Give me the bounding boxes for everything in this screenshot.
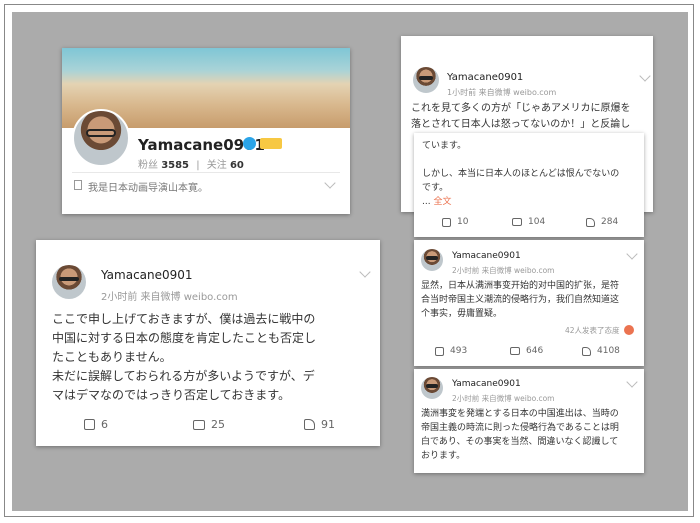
post-line: 中国に対する日本の態度を肯定したことも否定し: [52, 331, 317, 345]
chevron-down-icon[interactable]: [324, 177, 336, 189]
post-line: 白であり、その事実を当然、間違いなく認識して: [421, 437, 619, 447]
comment-count: 646: [526, 346, 544, 356]
post-line: おります。: [421, 451, 466, 461]
post-text: 显然，日本从满洲事变开始的对中国的扩张，是符 合当时帝国主义潮流的侵略行为，我们…: [421, 279, 641, 321]
comment-icon: [193, 419, 205, 430]
like-count: 284: [601, 217, 619, 227]
share-button[interactable]: 6: [84, 418, 108, 431]
avatar[interactable]: [413, 67, 439, 93]
following-label: 关注: [206, 160, 227, 171]
more-prefix: ...: [422, 197, 434, 207]
comment-count: 25: [211, 418, 225, 431]
post-line: 个事实，毋庸置疑。: [421, 309, 503, 319]
post-author[interactable]: Yamacane0901: [452, 379, 521, 389]
post-line: 未だに誤解しておられる方が多いようですが、デ: [52, 369, 315, 383]
like-count: 91: [321, 418, 335, 431]
post-line: です。: [422, 183, 449, 193]
comment-count: 104: [528, 217, 546, 227]
comment-button[interactable]: 25: [193, 418, 225, 431]
like-button[interactable]: 91: [304, 418, 335, 431]
post-line: [422, 153, 640, 167]
share-icon: [84, 419, 95, 430]
like-count: 4108: [597, 346, 620, 356]
avatar[interactable]: [72, 109, 130, 167]
post-card-mid-right: Yamacane0901 2小时前 来自微博 weibo.com 显然，日本从满…: [414, 240, 644, 366]
post-line: 合当时帝国主义潮流的侵略行为，我们自然知道这: [421, 295, 620, 305]
chevron-down-icon[interactable]: [359, 266, 371, 278]
avatar[interactable]: [52, 265, 86, 299]
post-meta: 2小时前 来自微博 weibo.com: [452, 394, 555, 403]
post-line: 显然，日本从满洲事变开始的对中国的扩张，是符: [421, 281, 620, 291]
membership-badge-icon: [260, 138, 282, 149]
comment-button[interactable]: 646: [510, 346, 543, 356]
following-count[interactable]: 60: [230, 160, 244, 171]
profile-bio: 我是日本动画导演山本寛。: [88, 183, 208, 194]
like-icon: [586, 217, 595, 227]
chevron-down-icon[interactable]: [639, 70, 651, 82]
post-line: たこともありません。: [52, 350, 172, 364]
chevron-down-icon[interactable]: [626, 376, 638, 388]
stats-divider: |: [196, 160, 200, 171]
post-card-continued: ています。 しかし、本当に日本人のほとんどは恨んでないの です。 ... 全文 …: [414, 133, 644, 237]
followers-label: 粉丝: [138, 160, 158, 171]
post-meta: 2小时前 来自微博 weibo.com: [101, 292, 238, 303]
profile-stats: 粉丝 3585 | 关注 60: [138, 156, 244, 171]
share-count: 10: [457, 217, 469, 227]
share-icon: [435, 346, 444, 356]
share-icon: [442, 217, 451, 227]
post-line: これを見て多くの方が「じゃあアメリカに原爆を: [411, 103, 631, 114]
reaction-emoji-icon: [624, 325, 634, 335]
profile-card: Yamacane0901 粉丝 3585 | 关注 60 我是日本动画导演山本寛…: [62, 48, 350, 214]
like-button[interactable]: 284: [586, 217, 618, 227]
post-author[interactable]: Yamacane0901: [447, 72, 523, 83]
post-meta: 1小时前 来自微博 weibo.com: [447, 88, 557, 97]
share-count: 493: [450, 346, 468, 356]
full-text-link[interactable]: 全文: [433, 197, 451, 207]
like-icon: [582, 346, 591, 356]
share-button[interactable]: 493: [435, 346, 467, 356]
comment-button[interactable]: 104: [512, 217, 545, 227]
chevron-down-icon[interactable]: [626, 248, 638, 260]
verified-icon: [243, 137, 256, 150]
avatar[interactable]: [421, 377, 443, 399]
avatar[interactable]: [421, 249, 443, 271]
post-text: これを見て多くの方が「じゃあアメリカに原爆を 落とされて日本人は怒ってないのか！…: [411, 101, 649, 133]
post-line: ここで申し上げておきますが、僕は過去に戦中の: [52, 312, 316, 326]
post-text: ています。 しかし、本当に日本人のほとんどは恨んでないの です。 ... 全文: [422, 139, 640, 209]
post-meta: 2小时前 来自微博 weibo.com: [452, 266, 555, 275]
post-line: ています。: [422, 141, 467, 151]
comment-icon: [510, 347, 520, 355]
post-author[interactable]: Yamacane0901: [452, 251, 521, 261]
like-button[interactable]: 4108: [582, 346, 620, 356]
post-text: 満洲事変を発端とする日本の中国進出は、当時の 帝国主義の時流に則った侵略行為であ…: [421, 407, 641, 463]
bio-icon: [74, 180, 82, 190]
post-line: 落とされて日本人は怒ってないのか！」と反論し: [411, 119, 631, 130]
divider: [72, 172, 340, 173]
post-line: 満洲事変を発端とする日本の中国進出は、当時の: [421, 409, 619, 419]
share-button[interactable]: 10: [442, 217, 468, 227]
post-card-bottom-right: Yamacane0901 2小时前 来自微博 weibo.com 満洲事変を発端…: [414, 369, 644, 473]
comment-icon: [512, 218, 522, 226]
reactions-count[interactable]: 42人发表了态度: [565, 325, 620, 336]
like-icon: [304, 419, 315, 430]
post-line: しかし、本当に日本人のほとんどは恨んでないの: [422, 169, 620, 179]
post-line: 帝国主義の時流に則った侵略行為であることは明: [421, 423, 619, 433]
followers-count[interactable]: 3585: [161, 160, 189, 171]
post-line: マはデマなのではっきり否定しておきます。: [52, 388, 291, 402]
post-card-large: Yamacane0901 2小时前 来自微博 weibo.com ここで申し上げ…: [36, 240, 380, 446]
post-text: ここで申し上げておきますが、僕は過去に戦中の 中国に対する日本の態度を肯定したこ…: [52, 310, 372, 405]
share-count: 6: [101, 418, 108, 431]
post-author[interactable]: Yamacane0901: [101, 268, 193, 282]
